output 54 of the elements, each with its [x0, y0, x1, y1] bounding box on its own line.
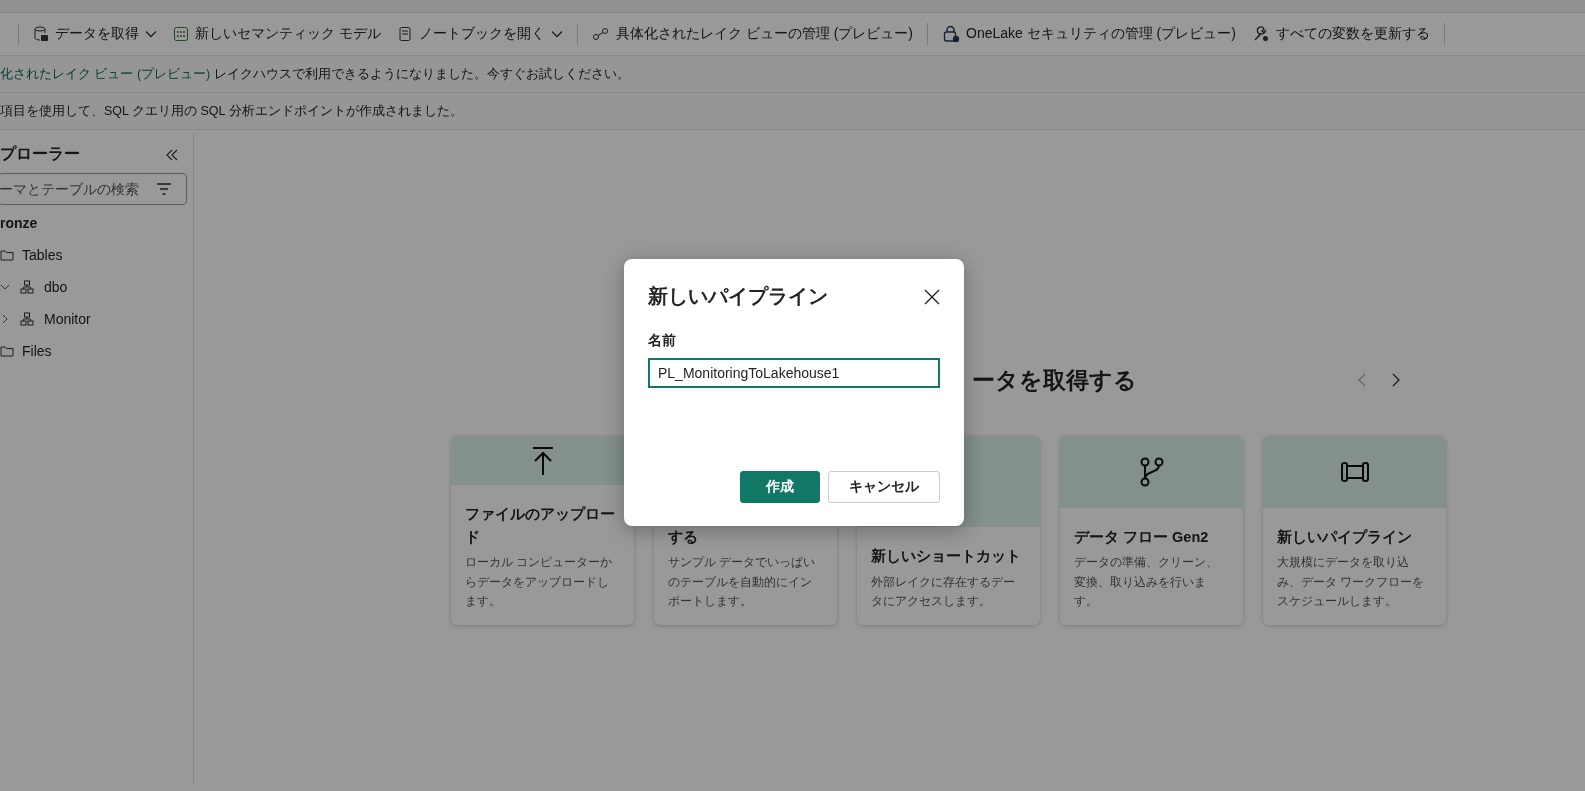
- filter-icon[interactable]: [156, 183, 172, 195]
- card-description: サンプル データでいっぱいのテーブルを自動的にインポートします。: [668, 554, 817, 610]
- toolbar-button[interactable]: OneLake セキュリティの管理 (プレビュー): [936, 21, 1242, 47]
- close-icon[interactable]: [924, 288, 940, 305]
- field-label: 名前: [648, 332, 677, 350]
- chevron-down-icon[interactable]: [0, 282, 10, 292]
- upload-icon: [530, 445, 555, 476]
- search-input[interactable]: ーマとテーブルの検索: [0, 181, 149, 197]
- nodes-icon: [591, 26, 610, 42]
- banner-text: レイクハウスで利用できるようになりました。今すぐお試しください。: [214, 65, 631, 83]
- option-card[interactable]: データ フロー Gen2 データの準備、クリーン、変換、取り込みを行います。: [1060, 436, 1243, 625]
- collapse-icon[interactable]: [165, 147, 179, 162]
- schema-icon: [20, 312, 34, 326]
- name-field[interactable]: PL_MonitoringToLakehouse1: [648, 358, 940, 388]
- toolbar-button[interactable]: データを取得: [27, 21, 163, 47]
- card-description: 外部レイクに存在するデータにアクセスします。: [871, 573, 1016, 610]
- card-description: ローカル コンピューターからデータをアップロードします。: [465, 554, 614, 610]
- card-title: 新しいパイプライン: [1277, 528, 1413, 548]
- card-description: 大規模にデータを取り込み、データ ワークフローをスケジュールします。: [1277, 554, 1426, 610]
- banner-text: 項目を使用して、SQL クエリ用の SQL 分析エンドポイントが作成されました。: [0, 102, 463, 120]
- tree-item[interactable]: Monitor: [0, 303, 193, 335]
- lock-icon: [942, 25, 960, 43]
- next-icon[interactable]: [1391, 373, 1401, 387]
- card-title: する: [668, 528, 699, 548]
- create-button[interactable]: 作成: [740, 471, 820, 503]
- toolbar-button[interactable]: 具体化されたレイク ビューの管理 (プレビュー): [585, 21, 919, 47]
- card-title: データ フロー Gen2: [1074, 528, 1210, 548]
- tree-item[interactable]: Tables: [0, 239, 193, 271]
- pane-title: プローラー: [0, 144, 80, 164]
- tree-item[interactable]: ronze: [0, 207, 193, 239]
- tree-item[interactable]: dbo: [0, 271, 193, 303]
- option-card[interactable]: ファイルのアップロード ローカル コンピューターからデータをアップロードします。: [451, 436, 634, 625]
- card-title: 新しいショートカット: [871, 547, 1022, 567]
- pipe-icon: [1339, 461, 1370, 484]
- dialog-title: 新しいパイプライン: [648, 284, 828, 309]
- database-icon: [33, 26, 49, 42]
- schema-icon: [20, 280, 34, 294]
- search-field[interactable]: ーマとテーブルの検索: [0, 173, 187, 205]
- folder-icon: [0, 249, 14, 261]
- option-card[interactable]: 新しいパイプライン 大規模にデータを取り込み、データ ワークフローをスケジュールします。: [1263, 436, 1446, 625]
- banner-link[interactable]: 化されたレイク ビュー (プレビュー): [0, 65, 211, 83]
- cancel-button[interactable]: キャンセル: [828, 471, 940, 503]
- card-description: データの準備、クリーン、変換、取り込みを行います。: [1074, 554, 1219, 610]
- notebook-icon: [396, 26, 413, 42]
- folder-icon: [0, 345, 14, 357]
- grid-icon: [173, 26, 189, 42]
- toolbar-button[interactable]: 新しいセマンティック モデル: [167, 21, 387, 47]
- section-heading: ータを取得する: [972, 365, 1137, 395]
- toolbar-button[interactable]: すべての変数を更新する: [1245, 21, 1436, 47]
- branch-icon: [1138, 457, 1165, 488]
- card-title: ファイルのアップロード: [465, 505, 616, 548]
- toolbar-button[interactable]: ノートブックを開く: [390, 21, 569, 47]
- chevron-right-icon[interactable]: [0, 314, 10, 324]
- tree-item[interactable]: Files: [0, 335, 193, 367]
